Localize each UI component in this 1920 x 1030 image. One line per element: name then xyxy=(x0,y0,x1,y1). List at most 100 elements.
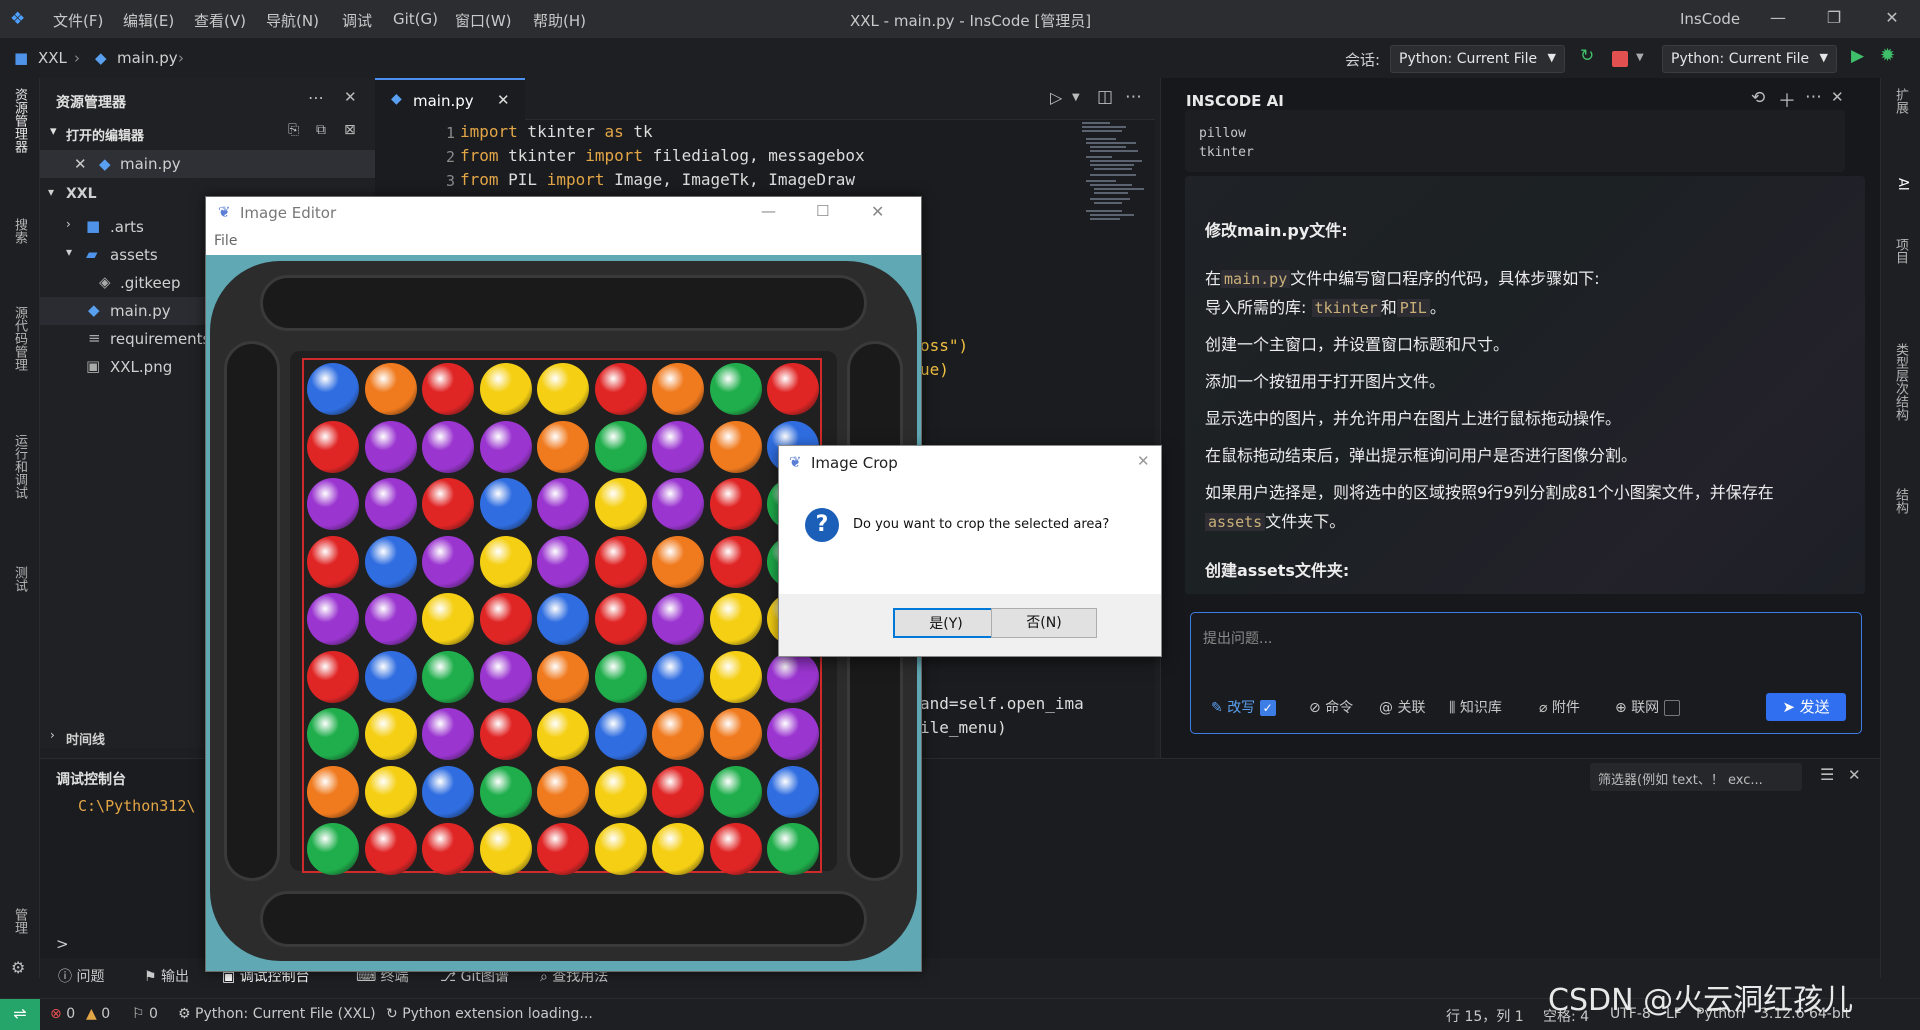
ports-count[interactable]: ⚐ 0 xyxy=(132,1006,158,1022)
chevron-down-icon[interactable]: ▼ xyxy=(1072,92,1080,103)
more-icon[interactable]: ⋯ xyxy=(1805,87,1822,107)
history-icon[interactable]: ⟲ xyxy=(1751,88,1765,108)
chevron-down-icon[interactable]: ▾ xyxy=(66,245,72,259)
command-option[interactable]: ⊘ 命令 xyxy=(1309,697,1353,717)
close-icon[interactable]: ✕ xyxy=(344,88,357,106)
yes-button[interactable]: 是(Y) xyxy=(893,608,999,638)
interpreter-status[interactable]: ⚙ Python: Current File (XXL) xyxy=(178,1006,376,1022)
split-editor-icon[interactable]: ◫ xyxy=(1097,87,1113,107)
ai-question-input[interactable]: 提出问题... ✎ 改写 ✓ ⊘ 命令 @ 关联 ⫼ 知识库 ⌀ 附件 ⊕ 联网… xyxy=(1190,612,1862,734)
chevron-right-icon[interactable]: › xyxy=(50,728,55,742)
gear-icon[interactable]: ⚙ xyxy=(11,958,25,977)
menu-git[interactable]: Git(G) xyxy=(393,10,438,28)
tab-output[interactable]: ⚑ 输出 xyxy=(144,966,189,986)
code-line: pillow xyxy=(1199,126,1246,141)
activity-explorer[interactable]: 资源管理器 xyxy=(9,88,29,153)
menu-help[interactable]: 帮助(H) xyxy=(533,10,586,31)
menu-edit[interactable]: 编辑(E) xyxy=(123,10,174,31)
console-prompt[interactable]: > xyxy=(56,935,69,953)
close-icon[interactable]: ✕ xyxy=(1137,452,1150,470)
chevron-down-icon[interactable]: ▾ xyxy=(48,185,54,199)
remote-icon[interactable]: ⇌ xyxy=(0,999,40,1030)
run-icon[interactable]: ▶ xyxy=(1851,46,1864,66)
copy-icon[interactable]: ⧉ xyxy=(316,122,326,138)
ball-purple xyxy=(307,478,359,530)
link-option[interactable]: @ 关联 xyxy=(1379,697,1425,717)
activity-run-debug[interactable]: 运行和调试 xyxy=(9,434,29,499)
activity-structure[interactable]: 结构 xyxy=(1890,488,1910,514)
cursor-position[interactable]: 行 15，列 1 xyxy=(1446,1006,1524,1026)
line-number: 3 xyxy=(445,172,455,190)
open-editor-file[interactable]: main.py xyxy=(120,155,181,173)
menu-window[interactable]: 窗口(W) xyxy=(455,10,512,31)
rewrite-option[interactable]: ✎ 改写 ✓ xyxy=(1211,697,1276,717)
timeline-header[interactable]: 时间线 xyxy=(66,729,105,748)
board-rim-bottom xyxy=(260,891,867,947)
crop-selection-rect[interactable] xyxy=(302,358,822,875)
activity-test[interactable]: 测试 xyxy=(9,566,29,592)
code-fragment: ile_menu) xyxy=(920,718,1007,737)
activity-extensions[interactable]: 扩展 xyxy=(1890,88,1910,114)
tree-item-assets[interactable]: assets xyxy=(110,246,158,264)
tab-problems[interactable]: ⓘ 问题 xyxy=(58,966,104,986)
save-all-icon[interactable]: ⎘ xyxy=(288,122,299,138)
breadcrumb-project[interactable]: XXL xyxy=(38,49,67,67)
menu-debug[interactable]: 调试 xyxy=(342,10,372,31)
explorer-title: 资源管理器 xyxy=(56,95,126,111)
clear-console-icon[interactable]: ☰ xyxy=(1820,765,1834,784)
debug-icon[interactable]: ✹ xyxy=(1880,45,1895,66)
tab-main-py[interactable]: ◆ main.py ✕ xyxy=(375,78,525,120)
chevron-down-icon[interactable]: ▾ xyxy=(50,124,57,139)
minimize-icon[interactable]: — xyxy=(1766,6,1790,30)
chevron-down-icon[interactable]: ▼ xyxy=(1636,52,1644,63)
activity-type-hierarchy[interactable]: 类型层次结构 xyxy=(1890,343,1910,421)
tree-item-main[interactable]: main.py xyxy=(110,302,171,320)
web-option[interactable]: ⊕ 联网 xyxy=(1615,697,1680,717)
close-icon[interactable]: ✕ xyxy=(1880,6,1904,30)
open-editors-header[interactable]: 打开的编辑器 xyxy=(66,125,144,144)
ball-yellow xyxy=(479,363,532,415)
ball-orange xyxy=(652,363,704,415)
menu-navigate[interactable]: 导航(N) xyxy=(266,10,319,31)
activity-manage[interactable]: 管理 xyxy=(9,908,29,934)
maximize-icon[interactable]: ☐ xyxy=(816,202,829,220)
more-icon[interactable]: ⋯ xyxy=(1125,87,1142,107)
restart-icon[interactable]: ↻ xyxy=(1580,46,1594,66)
ball-purple xyxy=(422,420,474,473)
no-button[interactable]: 否(N) xyxy=(991,608,1097,638)
close-all-icon[interactable]: ⊠ xyxy=(344,122,356,138)
tree-item-xxl-png[interactable]: XXL.png xyxy=(110,358,172,376)
filter-input[interactable]: 筛选器(例如 text、！ exc... xyxy=(1590,763,1802,791)
attachment-option[interactable]: ⌀ 附件 xyxy=(1539,697,1580,717)
activity-search[interactable]: 搜索 xyxy=(9,218,29,244)
close-icon[interactable]: ✕ xyxy=(1831,88,1844,106)
session-select[interactable]: Python: Current File ▼ xyxy=(1390,45,1565,73)
restore-icon[interactable]: ❐ xyxy=(1822,6,1846,30)
more-icon[interactable]: ⋯ xyxy=(308,88,324,107)
ball-blue xyxy=(422,765,474,818)
warning-count[interactable]: ▲ 0 xyxy=(86,1006,110,1022)
menu-file[interactable]: 文件(F) xyxy=(53,10,103,31)
close-icon[interactable]: ✕ xyxy=(871,202,884,221)
menu-view[interactable]: 查看(V) xyxy=(194,10,246,31)
activity-project[interactable]: 项目 xyxy=(1890,238,1910,264)
chevron-right-icon[interactable]: › xyxy=(66,217,71,231)
close-icon[interactable]: ✕ xyxy=(1848,766,1861,784)
project-header[interactable]: XXL xyxy=(66,186,97,202)
close-icon[interactable]: ✕ xyxy=(497,91,510,109)
menu-file[interactable]: File xyxy=(214,233,237,249)
stop-icon[interactable] xyxy=(1612,51,1628,67)
send-button[interactable]: ➤ 发送 xyxy=(1766,693,1846,721)
error-count[interactable]: ⊗ 0 xyxy=(50,1006,75,1022)
breadcrumb-file[interactable]: main.py xyxy=(117,49,178,67)
tree-item-arts[interactable]: .arts xyxy=(110,218,144,236)
knowledge-option[interactable]: ⫼ 知识库 xyxy=(1449,697,1502,717)
activity-scm[interactable]: 源代码管理 xyxy=(9,306,29,371)
minimap[interactable] xyxy=(1080,120,1155,260)
run-file-icon[interactable]: ▷ xyxy=(1050,88,1062,107)
minimize-icon[interactable]: — xyxy=(761,202,776,220)
close-icon[interactable]: ✕ xyxy=(74,155,87,173)
activity-ai[interactable]: AI xyxy=(1890,178,1910,191)
run-config-select[interactable]: Python: Current File ▼ xyxy=(1662,45,1837,73)
tree-item-gitkeep[interactable]: .gitkeep xyxy=(120,274,180,292)
